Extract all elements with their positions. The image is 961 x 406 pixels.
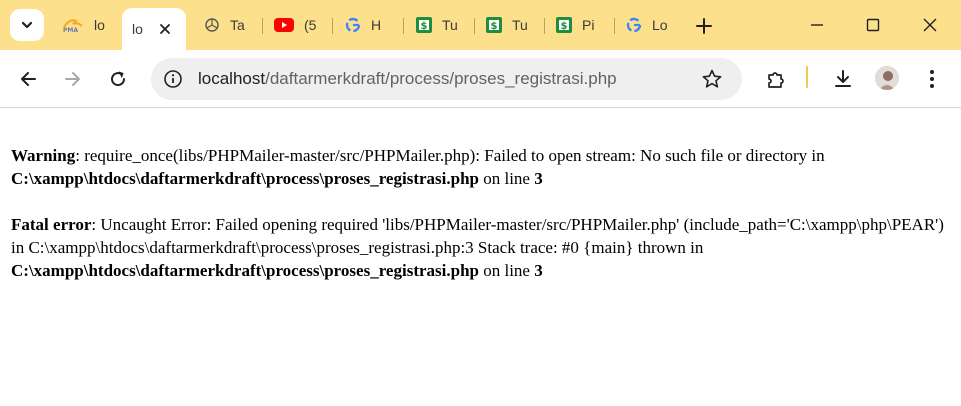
close-icon (923, 18, 937, 32)
plus-icon (696, 18, 712, 34)
fatal-line-number: 3 (534, 261, 543, 280)
tab-spreadsheet-2[interactable]: $ Tu (478, 9, 538, 41)
spreadsheet-icon: $ (486, 17, 502, 33)
tab-separator (262, 18, 263, 34)
tab-youtube[interactable]: (5 (266, 9, 326, 41)
page-content: Warning: require_once(libs/PHPMailer-mas… (11, 144, 951, 305)
tab-title: Tu (512, 17, 528, 33)
url-path: /daftarmerkdraft/process/proses_registra… (265, 69, 617, 88)
arrow-left-icon (21, 72, 36, 86)
back-button[interactable] (16, 67, 40, 91)
address-bar[interactable]: localhost/daftarmerkdraft/process/proses… (151, 58, 742, 100)
spreadsheet-icon: $ (416, 17, 432, 33)
svg-text:$: $ (421, 21, 428, 32)
google-icon (345, 17, 361, 33)
tab-search-button[interactable] (10, 9, 44, 41)
warning-file: C:\xampp\htdocs\daftarmerkdraft\process\… (11, 169, 479, 188)
minimize-button[interactable] (804, 12, 830, 38)
spreadsheet-icon: $ (556, 17, 572, 33)
warning-label: Warning (11, 146, 76, 165)
php-fatal-error: Fatal error: Uncaught Error: Failed open… (11, 213, 951, 282)
svg-text:$: $ (491, 21, 498, 32)
arrow-right-icon (65, 72, 80, 86)
tab-separator (332, 18, 333, 34)
tab-separator (614, 18, 615, 34)
chevron-down-icon (21, 21, 33, 29)
info-icon[interactable] (163, 69, 183, 89)
maximize-icon (866, 18, 880, 32)
url-host: localhost (198, 69, 266, 88)
tab-title: lo (94, 17, 105, 33)
close-tab-icon[interactable] (157, 21, 173, 37)
tab-separator (403, 18, 404, 34)
warning-message: : require_once(libs/PHPMailer-master/src… (75, 146, 825, 165)
phpmyadmin-icon: PMA (62, 17, 84, 33)
google-icon (626, 17, 642, 33)
tab-active[interactable]: lo (122, 8, 186, 50)
tab-google-2[interactable]: Lo (618, 9, 680, 41)
minimize-icon (811, 24, 823, 26)
more-vert-icon (930, 70, 934, 88)
fatal-file: C:\xampp\htdocs\daftarmerkdraft\process\… (11, 261, 479, 280)
menu-button[interactable] (920, 67, 944, 91)
tab-separator (544, 18, 545, 34)
svg-text:PMA: PMA (63, 27, 78, 33)
browser-toolbar: localhost/daftarmerkdraft/process/proses… (0, 50, 961, 108)
reload-button[interactable] (106, 67, 130, 91)
warning-on-line: on line (478, 169, 535, 188)
tab-title: Lo (652, 17, 668, 33)
maximize-button[interactable] (860, 12, 886, 38)
fatal-on-line: on line (478, 261, 535, 280)
warning-line-number: 3 (534, 169, 543, 188)
tab-chatgpt[interactable]: Ta (196, 9, 256, 41)
tab-title: Ta (230, 17, 245, 33)
youtube-icon (274, 17, 294, 33)
tab-separator (474, 18, 475, 34)
fatal-label: Fatal error (11, 215, 92, 234)
tab-strip: PMA lo lo Ta (5 H $ Tu $ Tu $ Pi Lo (0, 0, 961, 50)
toolbar-separator (806, 66, 808, 88)
tab-title: H (371, 17, 382, 33)
close-window-button[interactable] (917, 12, 943, 38)
tab-google[interactable]: H (337, 9, 397, 41)
bookmark-star-icon[interactable] (701, 68, 723, 90)
tab-spreadsheet-3[interactable]: $ Pi (548, 9, 608, 41)
tab-title: Pi (582, 17, 595, 33)
extensions-button[interactable] (763, 67, 787, 91)
puzzle-icon (768, 72, 784, 88)
svg-text:$: $ (561, 21, 568, 32)
avatar[interactable] (875, 66, 899, 90)
tab-title: lo (132, 21, 143, 37)
downloads-button[interactable] (831, 67, 855, 91)
chatgpt-icon (204, 17, 220, 33)
reload-icon (111, 71, 126, 87)
forward-button[interactable] (61, 67, 85, 91)
fatal-message: : Uncaught Error: Failed opening require… (11, 215, 944, 257)
new-tab-button[interactable] (693, 15, 715, 37)
tab-title: Tu (442, 17, 458, 33)
tab-phpmyadmin[interactable]: PMA lo (54, 9, 116, 41)
download-icon (835, 70, 851, 87)
php-warning: Warning: require_once(libs/PHPMailer-mas… (11, 144, 951, 190)
url-text[interactable]: localhost/daftarmerkdraft/process/proses… (198, 69, 617, 89)
tab-title: (5 (304, 17, 317, 33)
tab-spreadsheet-1[interactable]: $ Tu (408, 9, 468, 41)
